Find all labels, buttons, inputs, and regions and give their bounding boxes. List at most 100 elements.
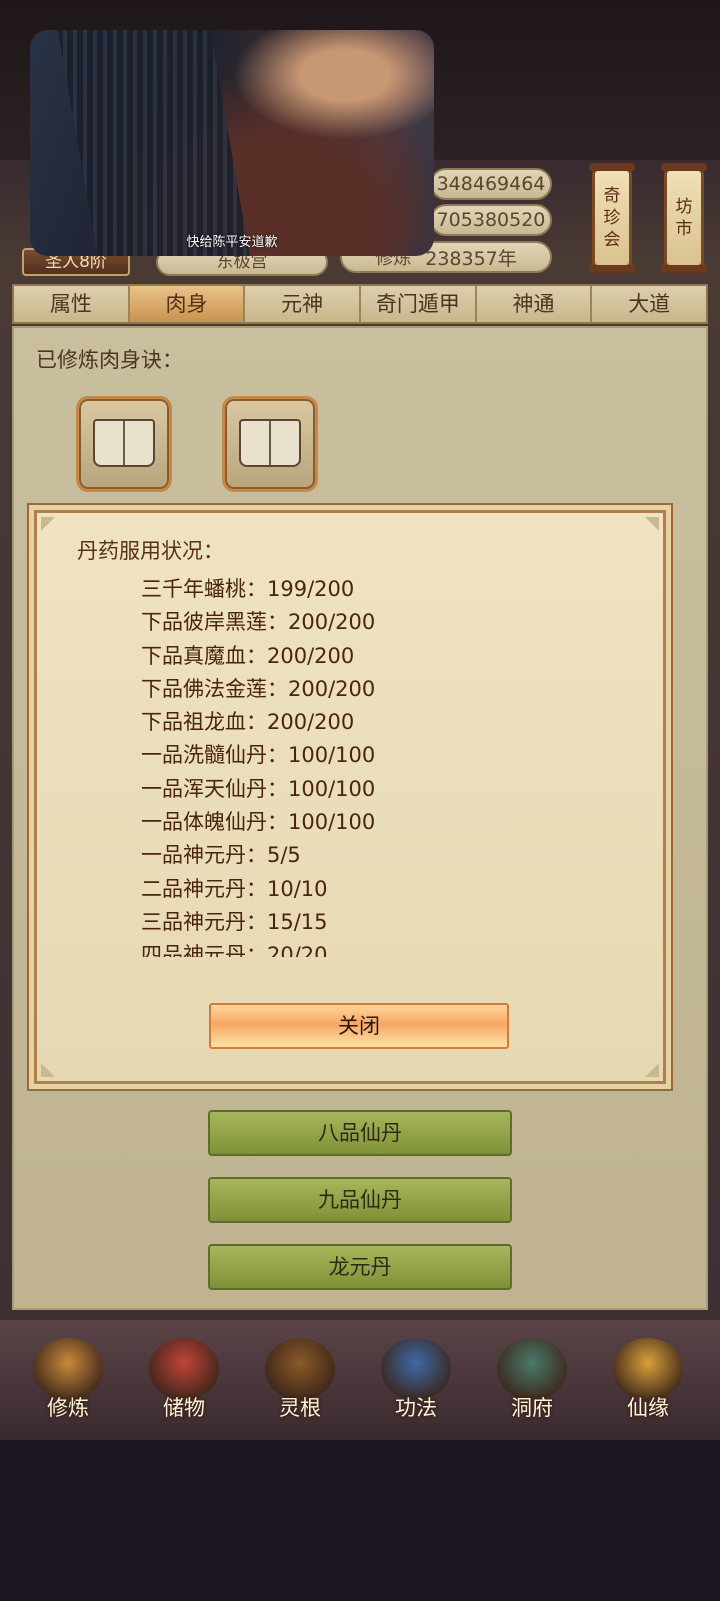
nav-label: 修炼 [47,1396,89,1420]
video-frame-image [56,30,254,256]
corner-ornament [645,517,659,531]
pill-name: 一品体魄仙丹 [141,810,267,835]
close-button[interactable]: 关闭 [209,1003,509,1049]
stat-value: 238357年 [425,247,517,270]
nav-item[interactable]: 仙缘 [598,1338,698,1438]
pill-row: 一品体魄仙丹：100/100 [141,806,621,839]
technique-book-icon [381,1338,451,1400]
pill-row: 三千年蟠桃：199/200 [141,573,621,606]
pill-name: 下品真魔血 [141,643,246,668]
pill-row: 下品真魔血：200/200 [141,640,621,673]
nav-label: 洞府 [511,1396,553,1420]
video-overlay[interactable]: 快给陈平安道歉 [30,30,434,256]
pill-name: 三品神元丹 [141,909,246,934]
pill-name: 下品佛法金莲 [141,676,267,701]
stat-resource: 705380520 [430,204,552,236]
pill-row: 四品神元丹：20/20 [141,939,621,957]
pill-separator: ： [267,610,288,635]
video-caption: 快给陈平安道歉 [186,235,278,250]
nav-label: 仙缘 [627,1396,669,1420]
pill-separator: ： [246,843,267,868]
book-icon [93,419,155,467]
pill-name: 二品神元丹 [141,876,246,901]
pill-separator: ： [267,743,288,768]
pill-status-dialog: 丹药服用状况： 三千年蟠桃：199/200 下品彼岸黑莲：200/200 下品真魔血… [34,510,666,1084]
pill-name: 三千年蟠桃 [141,577,246,601]
pill-count: 199/200 [267,577,355,601]
cave-mansion-icon [497,1338,567,1400]
nav-item[interactable]: 灵根 [250,1338,350,1438]
pill-separator: ： [246,710,267,735]
pill-separator: ： [267,676,288,701]
pill-name: 一品神元丹 [141,843,246,868]
pill-separator: ： [246,943,267,957]
pill-separator: ： [267,776,288,801]
pill-row: 一品神元丹：5/5 [141,839,621,872]
pill-button-grade9[interactable]: 九品仙丹 [208,1177,512,1223]
pill-count: 100/100 [288,810,376,835]
book-icon [239,419,301,467]
tab-qimen[interactable]: 奇门遁甲 [361,286,477,322]
pill-count: 10/10 [267,876,328,901]
pill-row: 一品洗髓仙丹：100/100 [141,739,621,772]
pill-name: 下品彼岸黑莲 [141,610,267,635]
pill-row: 三品神元丹：15/15 [141,906,621,939]
pill-separator: ： [267,810,288,835]
pill-name: 一品浑天仙丹 [141,776,267,801]
pill-count: 200/200 [288,676,376,701]
pill-separator: ： [246,909,267,934]
stat-value: 705380520 [436,209,546,231]
pill-count: 15/15 [267,909,328,934]
pill-count: 100/100 [288,776,376,801]
pill-list[interactable]: 三千年蟠桃：199/200 下品彼岸黑莲：200/200 下品真魔血：200/200… [141,573,621,957]
pill-button-dragon[interactable]: 龙元丹 [208,1244,512,1290]
dialog-title: 丹药服用状况： [77,539,224,563]
nav-item[interactable]: 功法 [366,1338,466,1438]
corner-ornament [41,517,55,531]
book-slot-2[interactable] [222,396,318,492]
nav-item[interactable]: 洞府 [482,1338,582,1438]
tab-dao[interactable]: 大道 [592,286,707,322]
pill-count: 200/200 [267,643,355,668]
storage-bag-icon [149,1338,219,1400]
spirit-root-icon [265,1338,335,1400]
pill-button-grade8[interactable]: 八品仙丹 [208,1110,512,1156]
pill-name: 下品祖龙血 [141,710,246,735]
pill-name: 四品神元丹 [141,943,246,957]
banner-market[interactable]: 坊市 [661,163,707,273]
panel-title: 已修炼肉身诀： [36,348,183,372]
pill-separator: ： [246,643,267,668]
pill-count: 200/200 [267,710,355,735]
nav-label: 储物 [163,1396,205,1420]
nav-item[interactable]: 储物 [134,1338,234,1438]
pill-count: 200/200 [288,610,376,635]
fortune-gourd-icon [613,1338,683,1400]
pill-separator: ： [246,876,267,901]
stat-spirit-stones: 348469464 [430,168,552,200]
pill-row: 下品祖龙血：200/200 [141,706,621,739]
pill-count: 100/100 [288,743,376,768]
corner-ornament [41,1063,55,1077]
tab-abilities[interactable]: 神通 [476,286,593,322]
banner-label: 奇珍会 [603,186,621,250]
tab-body[interactable]: 肉身 [129,286,246,322]
nav-label: 灵根 [279,1396,321,1420]
nav-label: 功法 [395,1396,437,1420]
pill-row: 下品彼岸黑莲：200/200 [141,606,621,639]
nav-item[interactable]: 修炼 [18,1338,118,1438]
pill-row: 下品佛法金莲：200/200 [141,673,621,706]
pill-row: 一品浑天仙丹：100/100 [141,773,621,806]
tab-spirit[interactable]: 元神 [245,286,362,322]
pill-count: 20/20 [267,943,328,957]
cultivate-icon [33,1338,103,1400]
stat-value: 348469464 [436,173,546,195]
corner-ornament [645,1063,659,1077]
tab-bar: 属性 肉身 元神 奇门遁甲 神通 大道 [12,284,708,324]
pill-row: 二品神元丹：10/10 [141,873,621,906]
book-slot-1[interactable] [76,396,172,492]
banner-treasure-fair[interactable]: 奇珍会 [589,163,635,273]
banner-label: 坊市 [675,197,693,239]
pill-name: 一品洗髓仙丹 [141,743,267,768]
tab-attributes[interactable]: 属性 [14,286,130,322]
lower-dark-area [0,1440,720,1601]
